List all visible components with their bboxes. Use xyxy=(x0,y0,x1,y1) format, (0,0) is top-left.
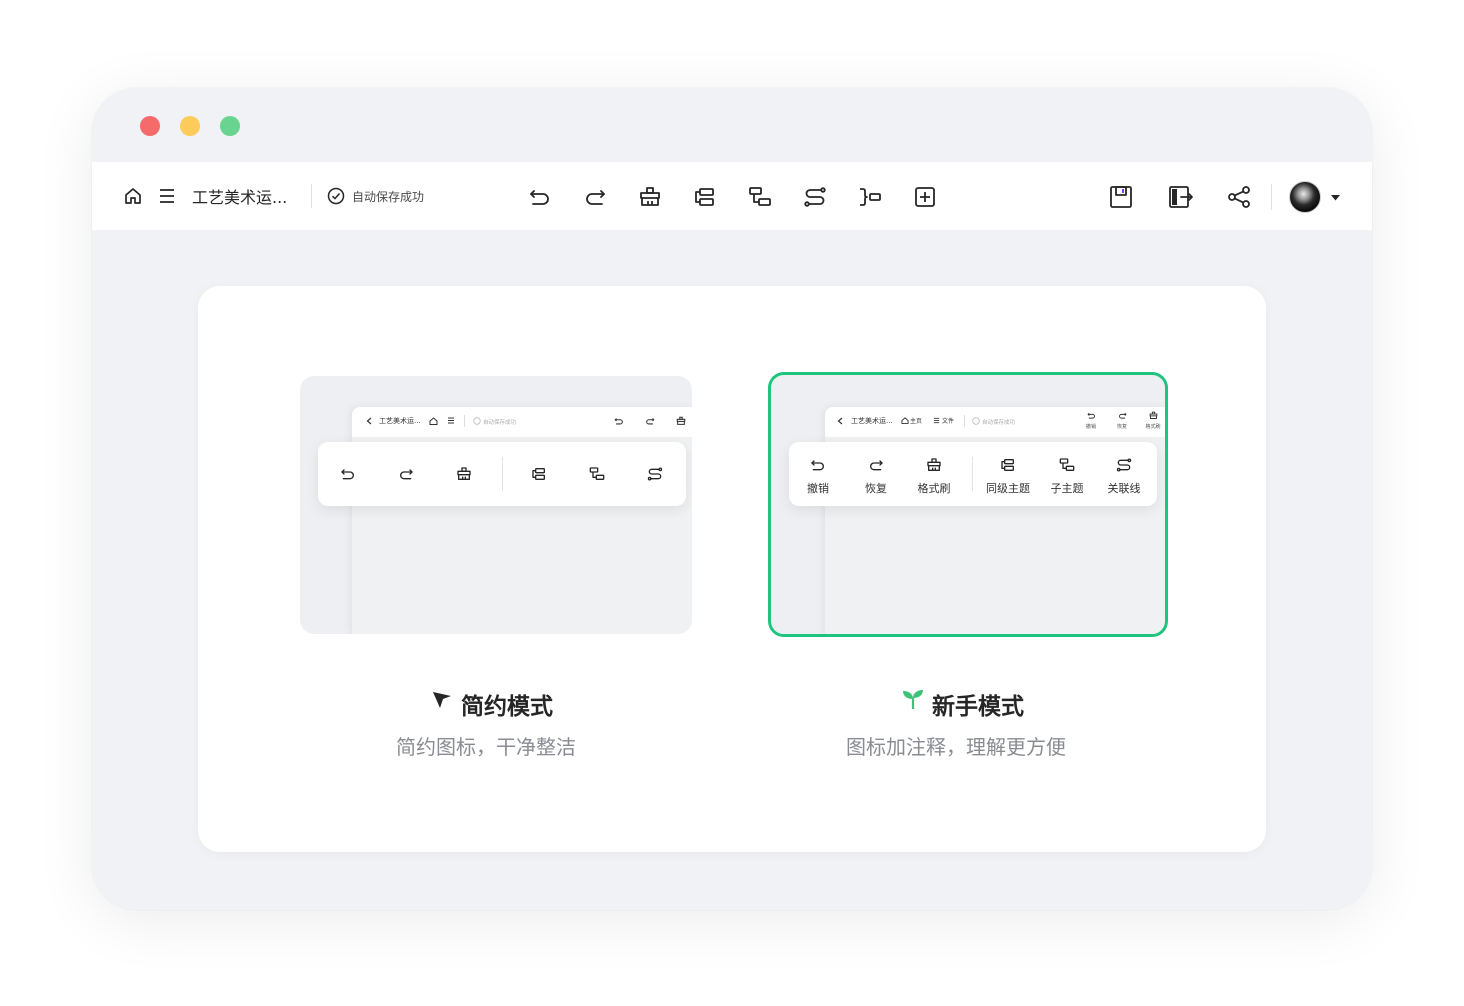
close-window-button[interactable] xyxy=(140,116,160,136)
summary-icon[interactable] xyxy=(858,185,882,209)
mini-autosave: 自动保存成功 xyxy=(483,420,517,426)
check-circle-icon xyxy=(327,187,345,205)
relation-line-icon xyxy=(647,467,663,481)
home-icon xyxy=(429,417,438,425)
menu-icon xyxy=(448,417,454,424)
format-brush-icon xyxy=(676,416,686,425)
undo-icon xyxy=(614,418,623,425)
relation-line-icon[interactable] xyxy=(803,185,827,209)
sibling-topic-icon xyxy=(532,468,545,480)
undo-icon[interactable] xyxy=(528,185,552,209)
avatar[interactable] xyxy=(1289,181,1321,213)
minimize-window-button[interactable] xyxy=(180,116,200,136)
maximize-window-button[interactable] xyxy=(220,116,240,136)
home-icon[interactable] xyxy=(123,186,143,206)
divider xyxy=(464,415,465,427)
novice-mode-title[interactable]: 新手模式 xyxy=(932,687,1024,721)
redo-icon xyxy=(646,418,655,425)
exit-icon[interactable] xyxy=(1168,185,1194,209)
add-box-icon[interactable] xyxy=(913,185,937,209)
undo-icon xyxy=(341,469,354,480)
divider xyxy=(311,184,312,208)
document-title[interactable]: 工艺美术运... xyxy=(192,184,287,208)
child-topic-icon[interactable] xyxy=(748,185,772,209)
simple-mode-description: 简约图标，干净整洁 xyxy=(396,735,576,759)
redo-icon xyxy=(400,469,413,480)
redo-icon[interactable] xyxy=(583,185,607,209)
novice-mode-description: 图标加注释，理解更方便 xyxy=(846,735,1066,759)
caret-down-icon[interactable] xyxy=(1331,195,1340,201)
check-circle-icon xyxy=(473,417,481,425)
format-brush-icon[interactable] xyxy=(638,185,662,209)
mini-doc-title: 工艺美术运... xyxy=(379,417,421,425)
divider xyxy=(502,457,503,491)
save-icon[interactable] xyxy=(1109,185,1133,209)
back-icon xyxy=(366,417,372,425)
format-brush-icon xyxy=(457,467,471,480)
share-icon[interactable] xyxy=(1227,185,1251,209)
divider xyxy=(1271,184,1272,210)
menu-icon[interactable] xyxy=(158,187,176,205)
simple-mode-preview[interactable]: 工艺美术运... 自动保存成功 xyxy=(300,376,692,634)
simple-mode-title[interactable]: 简约模式 xyxy=(461,687,553,721)
autosave-status: 自动保存成功 xyxy=(352,190,425,204)
selected-mode-highlight xyxy=(768,372,1168,637)
paper-plane-icon xyxy=(432,690,452,710)
child-topic-icon xyxy=(589,467,605,480)
sprout-icon xyxy=(902,688,924,710)
sibling-topic-icon[interactable] xyxy=(693,185,717,209)
